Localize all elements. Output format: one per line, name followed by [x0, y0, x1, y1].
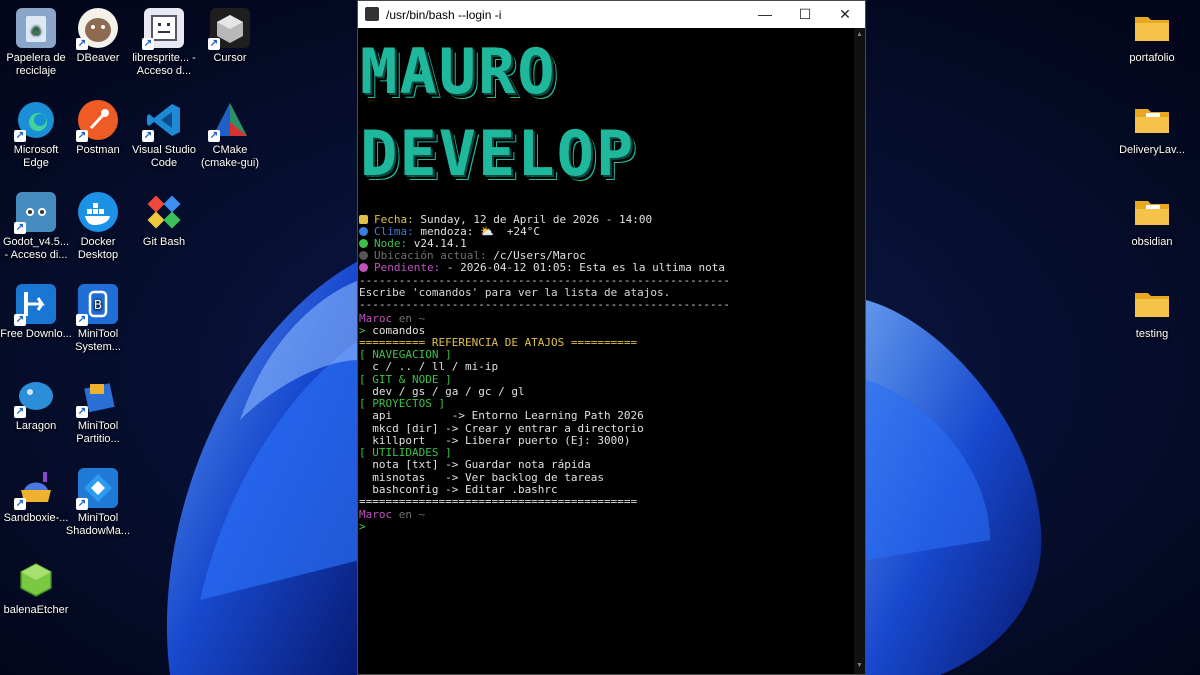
balena-etcher-icon: [16, 560, 56, 600]
desktop-icon-dbeaver[interactable]: ↗ DBeaver: [62, 8, 134, 65]
prompt-2: Maroc en ~: [359, 508, 426, 521]
folder-icon: [1132, 284, 1172, 324]
svg-text:B: B: [94, 298, 102, 312]
edge-icon: ↗: [14, 100, 56, 142]
minitool-partition-icon: ↗: [76, 376, 118, 418]
git-bash-icon: [144, 192, 184, 232]
location-pin-icon: [359, 251, 368, 260]
desktop-icon-cursor[interactable]: ↗ Cursor: [194, 8, 266, 65]
recycle-bin-icon: ♻: [16, 8, 56, 48]
git-bash-icon: [365, 7, 379, 21]
terminal-output[interactable]: MAURO DEVELOP Fecha: Sunday, 12 de April…: [358, 28, 854, 674]
banner-line-2: DEVELOP: [360, 117, 636, 190]
info-pendiente: Pendiente: - 2026-04-12 01:05: Esta es l…: [359, 261, 725, 274]
nav-shortcuts: c / .. / ll / mi-ip: [359, 360, 499, 373]
desktop-folder-portafolio[interactable]: portafolio: [1116, 8, 1188, 65]
postman-icon: ↗: [76, 100, 118, 142]
scroll-down-icon[interactable]: ▼: [855, 662, 864, 671]
desktop-icon-postman[interactable]: ↗ Postman: [62, 100, 134, 157]
separator-bottom: ----------------------------------------…: [359, 298, 730, 311]
desktop-folder-testing[interactable]: testing: [1116, 284, 1188, 341]
scroll-up-icon[interactable]: ▲: [855, 31, 864, 40]
ref-footer: ========================================…: [359, 495, 638, 508]
utilidades-line-1: nota [txt] -> Guardar nota rápida: [359, 458, 591, 471]
godot-icon: ↗: [14, 192, 56, 234]
current-prompt[interactable]: >: [359, 520, 366, 533]
sandboxie-icon: ↗: [14, 468, 56, 510]
minitool-shadowmaker-icon: ↗: [76, 468, 118, 510]
close-button[interactable]: ✕: [825, 1, 865, 28]
banner-line-1: MAURO: [360, 35, 557, 108]
desktop-icon-minitool-partition[interactable]: ↗ MiniTool Partitio...: [62, 376, 134, 446]
free-download-icon: ↗: [14, 284, 56, 326]
desktop-icon-git-bash[interactable]: Git Bash: [128, 192, 200, 249]
title-bar[interactable]: /usr/bin/bash --login -i — ☐ ✕: [358, 1, 865, 28]
cmake-icon: ↗: [208, 100, 250, 142]
desktop-icon-vscode[interactable]: ↗ Visual Studio Code: [128, 100, 200, 170]
minimize-button[interactable]: —: [745, 1, 785, 28]
node-icon: [359, 239, 368, 248]
desktop-icon-docker[interactable]: Docker Desktop: [62, 192, 134, 262]
desktop-icon-minitool-system[interactable]: B ↗ MiniTool System...: [62, 284, 134, 354]
desktop-icon-cmake[interactable]: ↗ CMake (cmake-gui): [194, 100, 266, 170]
libresprite-icon: ↗: [142, 8, 184, 50]
maximize-button[interactable]: ☐: [785, 1, 825, 28]
cursor-icon: ↗: [208, 8, 250, 50]
desktop-icon-minitool-shadowmaker[interactable]: ↗ MiniTool ShadowMa...: [62, 468, 134, 538]
svg-text:♻: ♻: [31, 24, 42, 38]
window-title: /usr/bin/bash --login -i: [386, 8, 502, 22]
vscode-icon: ↗: [142, 100, 184, 142]
dbeaver-icon: ↗: [76, 8, 118, 50]
folder-icon: [1132, 192, 1172, 232]
docker-icon: [78, 192, 118, 232]
scrollbar[interactable]: ▲ ▼: [854, 28, 865, 674]
calendar-icon: [359, 215, 368, 224]
terminal-window[interactable]: /usr/bin/bash --login -i — ☐ ✕ MAURO DEV…: [357, 0, 866, 675]
minitool-system-icon: B ↗: [76, 284, 118, 326]
proyectos-line-1: api -> Entorno Learning Path 2026: [359, 409, 644, 422]
folder-icon: [1132, 100, 1172, 140]
desktop-icon-libresprite[interactable]: ↗ librespritе... - Acceso d...: [128, 8, 200, 78]
cloud-icon: [359, 227, 368, 236]
desktop-icon-balena-etcher[interactable]: balenaEtcher: [0, 560, 72, 617]
pin-icon: [359, 263, 368, 272]
desktop-folder-deliverylav[interactable]: DeliveryLav...: [1116, 100, 1188, 157]
desktop-folder-obsidian[interactable]: obsidian: [1116, 192, 1188, 249]
folder-icon: [1132, 8, 1172, 48]
laragon-icon: ↗: [14, 376, 56, 418]
